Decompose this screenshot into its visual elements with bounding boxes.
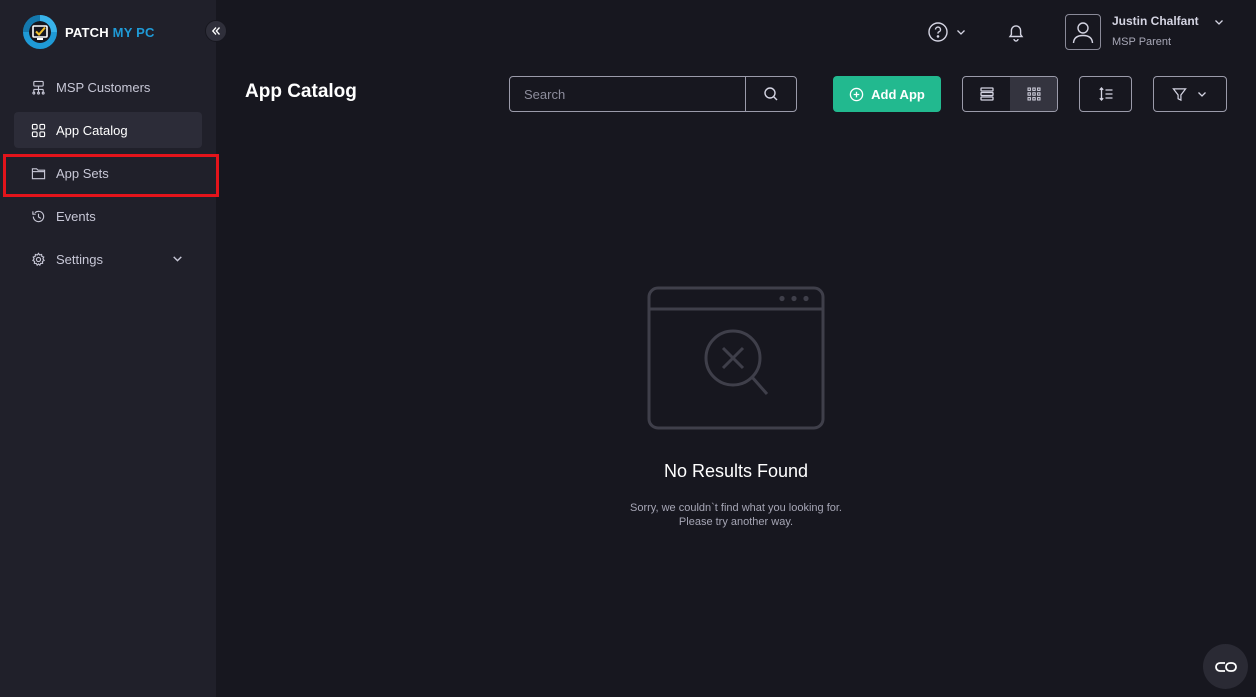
list-view-button[interactable]	[963, 77, 1010, 111]
sidebar-item-label: MSP Customers	[56, 79, 151, 95]
chevron-down-icon	[957, 30, 965, 35]
sort-icon	[1098, 87, 1112, 101]
sidebar-nav: MSP Customers App Catalog App Sets Event…	[14, 69, 202, 284]
plus-circle-icon	[849, 87, 864, 101]
sidebar-item-events[interactable]: Events	[14, 198, 202, 234]
chat-icon	[1214, 661, 1237, 672]
logo-text: PATCH MY PC	[65, 25, 155, 40]
user-info: Justin Chalfant MSP Parent	[1112, 14, 1199, 50]
sidebar-item-label: App Catalog	[56, 122, 128, 138]
no-results-illustration-icon	[647, 286, 825, 430]
folder-icon	[31, 167, 46, 179]
server-icon	[32, 80, 45, 95]
history-icon	[32, 210, 45, 222]
search-box	[509, 76, 797, 112]
help-menu-button[interactable]	[927, 21, 967, 43]
bell-icon	[1008, 25, 1024, 42]
logo[interactable]: PATCH MY PC	[22, 14, 155, 50]
chevron-down-icon[interactable]	[1213, 16, 1225, 28]
chat-widget-button[interactable]	[1203, 644, 1248, 689]
grid-icon	[31, 123, 46, 137]
logo-text-patch: PATCH	[65, 24, 109, 40]
sidebar-item-app-sets[interactable]: App Sets	[14, 155, 202, 191]
grid-dots-icon	[1027, 87, 1041, 101]
user-role: MSP Parent	[1112, 36, 1172, 48]
empty-state-message: Sorry, we couldn`t find what you looking…	[630, 502, 842, 528]
add-app-button[interactable]: Add App	[833, 76, 941, 112]
view-mode-toggle	[962, 76, 1058, 112]
chevron-down-icon	[1198, 92, 1206, 97]
sort-button[interactable]	[1079, 76, 1132, 112]
filter-icon	[1172, 87, 1187, 101]
sidebar-item-label: App Sets	[56, 165, 109, 181]
search-input[interactable]	[510, 77, 745, 111]
chevron-down-icon	[173, 256, 182, 262]
patch-my-pc-logo-icon	[23, 15, 57, 49]
empty-state-title: No Results Found	[663, 461, 809, 481]
sidebar-item-app-catalog[interactable]: App Catalog	[14, 112, 202, 148]
help-circle-icon	[928, 22, 948, 42]
sidebar: PATCH MY PC MSP Customers App Catalog Ap…	[0, 0, 216, 697]
sidebar-item-settings[interactable]: Settings	[14, 241, 202, 277]
sidebar-item-label: Settings	[56, 251, 103, 267]
chevrons-left-icon	[211, 27, 220, 35]
avatar[interactable]	[1065, 14, 1101, 50]
list-view-icon	[979, 87, 994, 101]
logo-text-mypc: MY PC	[112, 24, 155, 40]
user-icon	[1072, 22, 1094, 44]
user-menu[interactable]: Justin Chalfant MSP Parent	[1065, 14, 1223, 50]
grid-view-button[interactable]	[1010, 77, 1057, 111]
sidebar-item-label: Events	[56, 208, 96, 224]
gear-icon	[32, 251, 45, 266]
add-app-label: Add App	[871, 86, 925, 102]
search-icon	[764, 87, 778, 101]
search-button[interactable]	[745, 77, 796, 111]
collapse-sidebar-button[interactable]	[205, 20, 227, 42]
filter-menu-button[interactable]	[1153, 76, 1227, 112]
notifications-button[interactable]	[1005, 21, 1027, 48]
user-name: Justin Chalfant	[1112, 14, 1199, 28]
page-title: App Catalog	[245, 81, 357, 102]
sidebar-item-msp-customers[interactable]: MSP Customers	[14, 69, 202, 105]
